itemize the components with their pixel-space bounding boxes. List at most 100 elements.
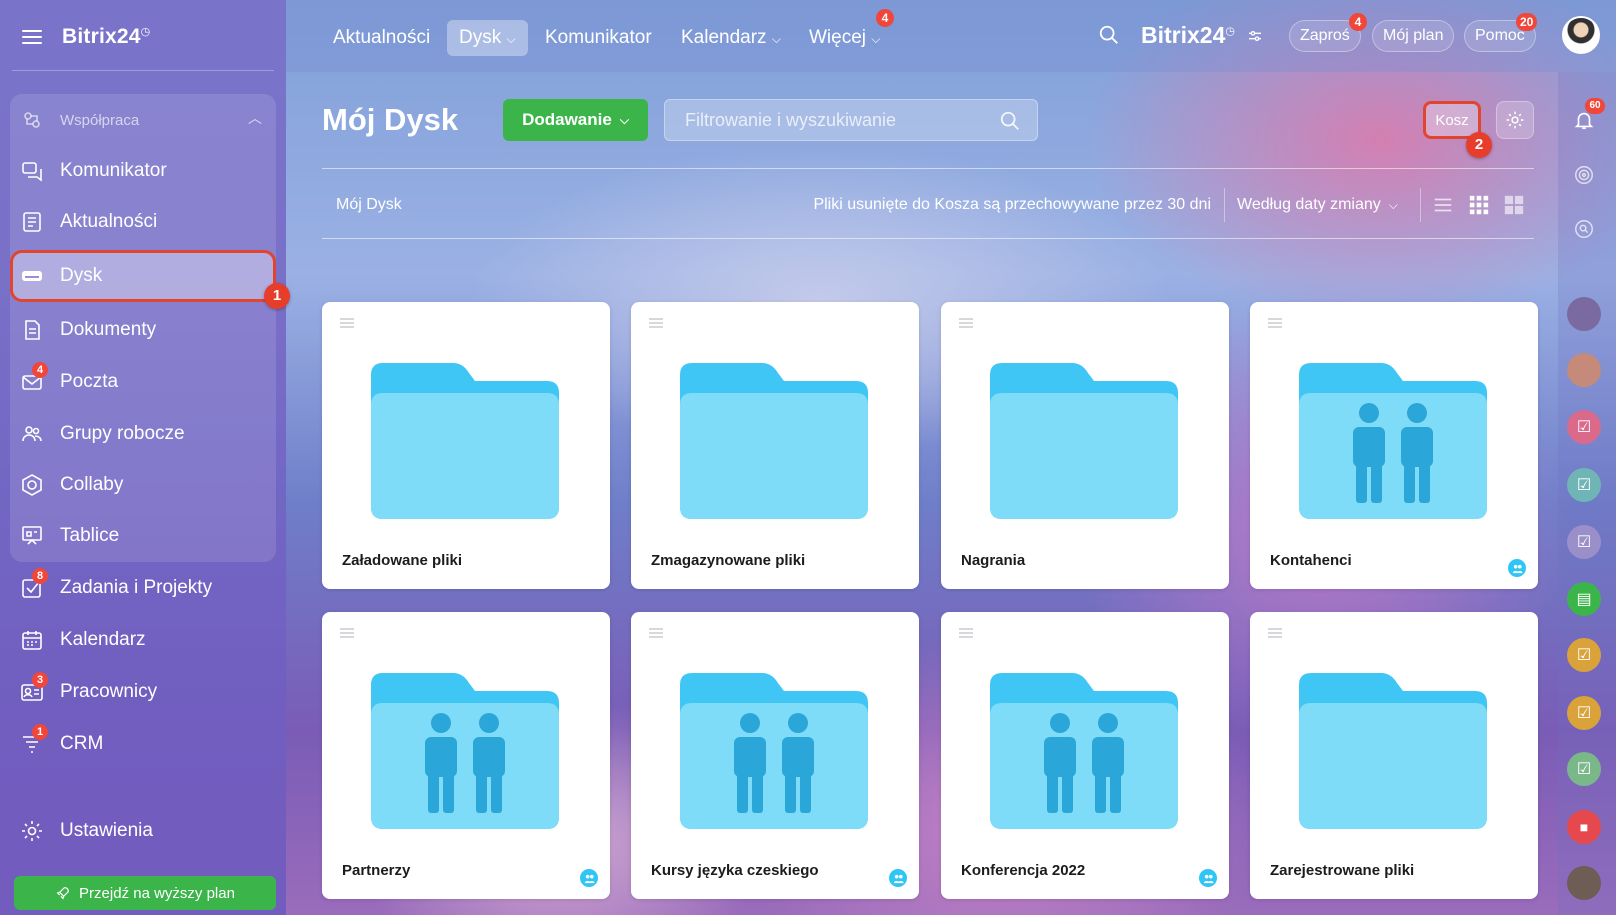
sidebar-item-tasks[interactable]: 8 Zadania i Projekty bbox=[20, 568, 213, 604]
folder-card[interactable]: Załadowane pliki bbox=[322, 302, 610, 589]
task-check-icon[interactable]: ☑ bbox=[1567, 752, 1601, 786]
folder-card[interactable]: Zarejestrowane pliki bbox=[1250, 612, 1538, 899]
folder-card[interactable]: Nagrania bbox=[941, 302, 1229, 589]
top-link-calendar[interactable]: Kalendarz ⌵ bbox=[681, 20, 781, 56]
folder-card[interactable]: Kontahenci bbox=[1250, 302, 1538, 589]
task-check-icon[interactable]: ☑ bbox=[1567, 410, 1601, 444]
search-icon[interactable] bbox=[999, 110, 1021, 132]
sidebar-item-label: CRM bbox=[60, 733, 104, 754]
drag-handle-icon[interactable] bbox=[649, 628, 663, 638]
folder-name[interactable]: Kursy języka czeskiego bbox=[651, 862, 819, 879]
folder-name[interactable]: Kontahenci bbox=[1270, 552, 1352, 569]
list-view-icon[interactable] bbox=[1432, 194, 1454, 216]
task-check-icon[interactable]: ☑ bbox=[1567, 525, 1601, 559]
folder-thumbnail[interactable] bbox=[371, 671, 559, 829]
task-check-icon[interactable]: ☑ bbox=[1567, 696, 1601, 730]
sidebar-item-messenger[interactable]: Komunikator bbox=[20, 155, 167, 187]
folder-thumbnail[interactable] bbox=[1299, 361, 1487, 519]
folder-name[interactable]: Konferencja 2022 bbox=[961, 862, 1085, 879]
drag-handle-icon[interactable] bbox=[959, 318, 973, 328]
top-link-drive[interactable]: Dysk ⌵ bbox=[447, 20, 528, 56]
video-icon[interactable]: ■ bbox=[1567, 810, 1601, 844]
rocket-icon bbox=[56, 887, 69, 900]
folder-icon bbox=[371, 363, 559, 519]
task-check-icon[interactable]: ☑ bbox=[1567, 468, 1601, 502]
shared-folder-icon bbox=[680, 673, 868, 829]
folder-thumbnail[interactable] bbox=[680, 361, 868, 519]
folder-name[interactable]: Nagrania bbox=[961, 552, 1025, 569]
search-icon[interactable] bbox=[1098, 24, 1120, 46]
contact-avatar-icon[interactable] bbox=[1567, 866, 1601, 900]
my-plan-button[interactable]: Mój plan bbox=[1372, 20, 1455, 52]
sheet-icon[interactable]: ▤ bbox=[1567, 582, 1601, 616]
sidebar-item-mail[interactable]: 4 Poczta bbox=[20, 362, 118, 398]
retention-note: Pliki usunięte do Kosza są przechowywane… bbox=[813, 196, 1211, 213]
header-divider bbox=[322, 168, 1534, 169]
drag-handle-icon[interactable] bbox=[340, 628, 354, 638]
contact-avatar-icon[interactable] bbox=[1567, 297, 1601, 331]
folder-name[interactable]: Partnerzy bbox=[342, 862, 410, 879]
menu-icon[interactable] bbox=[22, 30, 42, 44]
top-link-more[interactable]: Więcej ⌵ bbox=[809, 20, 880, 56]
top-link-news[interactable]: Aktualności bbox=[333, 20, 430, 56]
sliders-icon[interactable] bbox=[1247, 28, 1263, 44]
target-icon[interactable] bbox=[1567, 158, 1601, 192]
sidebar-item-label: Dysk bbox=[60, 265, 103, 286]
group-header-collaboration[interactable]: Współpraca bbox=[20, 104, 139, 136]
top-link-calendar-label: Kalendarz bbox=[681, 27, 767, 48]
sidebar-item-drive[interactable]: Dysk bbox=[20, 260, 102, 292]
drag-handle-icon[interactable] bbox=[1268, 318, 1282, 328]
folder-thumbnail[interactable] bbox=[990, 671, 1178, 829]
folder-card[interactable]: Zmagazynowane pliki bbox=[631, 302, 919, 589]
breadcrumb[interactable]: Mój Dysk bbox=[336, 196, 402, 214]
sidebar-item-label: Aktualności bbox=[60, 211, 158, 232]
task-check-icon[interactable]: ☑ bbox=[1567, 638, 1601, 672]
collapse-chevron-icon[interactable]: ︿ bbox=[248, 108, 262, 128]
drag-handle-icon[interactable] bbox=[1268, 628, 1282, 638]
sidebar-item-collabs[interactable]: Collaby bbox=[20, 469, 123, 501]
drag-handle-icon[interactable] bbox=[340, 318, 354, 328]
sidebar-item-settings[interactable]: Ustawienia bbox=[20, 815, 153, 847]
folder-icon bbox=[990, 363, 1178, 519]
sidebar: Bitrix24◷ Współpraca ︿ Komunikator Aktua… bbox=[0, 0, 290, 915]
folder-thumbnail[interactable] bbox=[990, 361, 1178, 519]
page-title: Mój Dysk bbox=[322, 102, 459, 137]
grid-view-icon[interactable] bbox=[1468, 194, 1490, 216]
folder-card[interactable]: Partnerzy bbox=[322, 612, 610, 899]
sidebar-item-news[interactable]: Aktualności bbox=[20, 206, 157, 238]
sidebar-item-crm[interactable]: 1 CRM bbox=[20, 724, 104, 760]
brand-logo[interactable]: Bitrix24◷ bbox=[62, 25, 150, 49]
avatar[interactable] bbox=[1562, 16, 1600, 54]
upgrade-plan-button[interactable]: Przejdź na wyższy plan bbox=[14, 876, 276, 910]
folder-thumbnail[interactable] bbox=[371, 361, 559, 519]
drive-settings-button[interactable] bbox=[1496, 101, 1534, 139]
sidebar-item-boards[interactable]: Tablice bbox=[20, 520, 119, 552]
tile-view-icon[interactable] bbox=[1503, 194, 1525, 216]
sidebar-item-workgroups[interactable]: Grupy robocze bbox=[20, 418, 185, 450]
search-input[interactable]: Filtrowanie i wyszukiwanie bbox=[664, 99, 1038, 141]
upgrade-plan-label: Przejdź na wyższy plan bbox=[79, 884, 235, 902]
sidebar-item-calendar[interactable]: Kalendarz bbox=[20, 624, 146, 656]
contact-avatar-icon[interactable] bbox=[1567, 353, 1601, 387]
folder-card[interactable]: Kursy języka czeskiego bbox=[631, 612, 919, 899]
tasks-badge: 8 bbox=[32, 568, 48, 584]
folder-thumbnail[interactable] bbox=[1299, 671, 1487, 829]
sidebar-item-label: Dokumenty bbox=[60, 319, 157, 340]
folder-name[interactable]: Załadowane pliki bbox=[342, 552, 462, 569]
sidebar-item-documents[interactable]: Dokumenty bbox=[20, 314, 156, 346]
top-brand-logo[interactable]: Bitrix24◷ bbox=[1141, 22, 1235, 49]
sidebar-item-label: Pracownicy bbox=[60, 681, 158, 702]
sidebar-item-label: Zadania i Projekty bbox=[60, 577, 213, 598]
drive-icon bbox=[20, 264, 44, 288]
folder-name[interactable]: Zmagazynowane pliki bbox=[651, 552, 805, 569]
search-chat-icon[interactable] bbox=[1567, 212, 1601, 246]
add-button[interactable]: Dodawanie ⌵ bbox=[503, 99, 648, 141]
folder-card[interactable]: Konferencja 2022 bbox=[941, 612, 1229, 899]
drag-handle-icon[interactable] bbox=[959, 628, 973, 638]
top-link-messenger[interactable]: Komunikator bbox=[545, 20, 652, 56]
sidebar-item-employees[interactable]: 3 Pracownicy bbox=[20, 672, 158, 708]
folder-name[interactable]: Zarejestrowane pliki bbox=[1270, 862, 1414, 879]
folder-thumbnail[interactable] bbox=[680, 671, 868, 829]
sort-dropdown[interactable]: Według daty zmiany ⌵ bbox=[1237, 196, 1398, 214]
drag-handle-icon[interactable] bbox=[649, 318, 663, 328]
